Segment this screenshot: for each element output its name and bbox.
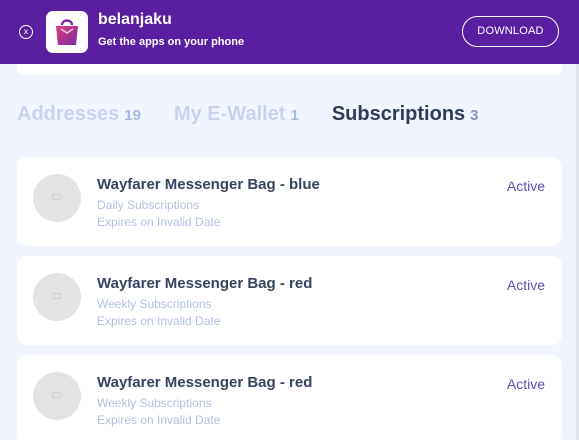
subscription-frequency: Weekly Subscriptions	[97, 396, 212, 410]
product-title: Wayfarer Messenger Bag - red	[97, 275, 313, 292]
close-icon: x	[23, 27, 29, 36]
app-logo	[46, 11, 88, 53]
subscription-frequency: Daily Subscriptions	[97, 198, 200, 212]
subscription-card[interactable]: Wayfarer Messenger Bag - red Weekly Subs…	[17, 256, 562, 345]
tab-subscriptions[interactable]: Subscriptions 3	[332, 103, 479, 126]
subscription-expiry: Expires on Invalid Date	[97, 215, 221, 229]
product-thumbnail	[33, 174, 81, 222]
app-name: belanjaku	[98, 11, 172, 28]
subscription-expiry: Expires on Invalid Date	[97, 413, 221, 427]
status-badge: Active	[506, 277, 545, 293]
tab-addresses[interactable]: Addresses 19	[17, 103, 141, 126]
tab-label: Addresses	[17, 103, 120, 125]
app-download-banner: x belanjaku Get the apps on your phone D…	[0, 0, 579, 64]
product-title: Wayfarer Messenger Bag - red	[97, 374, 313, 391]
account-tabs: Addresses 19 My E-Wallet 1 Subscriptions 3	[17, 103, 512, 129]
tab-count: 19	[124, 107, 141, 124]
product-thumbnail	[33, 372, 81, 420]
previous-panel-edge	[17, 64, 562, 75]
status-badge: Active	[506, 376, 545, 392]
image-placeholder-icon	[52, 392, 61, 398]
shopping-bag-icon	[56, 19, 78, 45]
subscription-expiry: Expires on Invalid Date	[97, 314, 221, 328]
subscription-frequency: Weekly Subscriptions	[97, 297, 212, 311]
close-banner-button[interactable]: x	[19, 25, 33, 39]
image-placeholder-icon	[52, 293, 61, 299]
download-button[interactable]: DOWNLOAD	[462, 16, 559, 47]
image-placeholder-icon	[52, 194, 61, 200]
tab-e-wallet[interactable]: My E-Wallet 1	[174, 103, 299, 126]
product-title: Wayfarer Messenger Bag - blue	[97, 176, 320, 193]
status-badge: Active	[506, 178, 545, 194]
tab-count: 1	[290, 107, 299, 124]
product-thumbnail	[33, 273, 81, 321]
tab-count: 3	[470, 107, 479, 124]
subscription-card[interactable]: Wayfarer Messenger Bag - blue Daily Subs…	[17, 157, 562, 246]
tab-label: My E-Wallet	[173, 103, 286, 125]
tab-label: Subscriptions	[331, 103, 466, 125]
subscription-card[interactable]: Wayfarer Messenger Bag - red Weekly Subs…	[17, 355, 562, 440]
app-tagline: Get the apps on your phone	[98, 36, 245, 48]
